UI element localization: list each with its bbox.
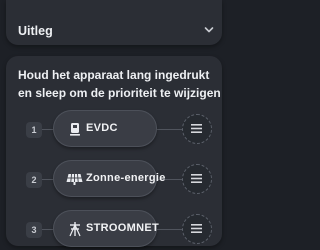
instruction-text: Houd het apparaat lang ingedrukt en slee…: [18, 68, 221, 100]
priority-card: Houd het apparaat lang ingedrukt en slee…: [6, 56, 222, 247]
priority-number: 1: [26, 122, 42, 138]
priority-item-solar[interactable]: Zonne-energie: [53, 160, 165, 197]
priority-number: 3: [26, 222, 42, 238]
priority-number: 2: [26, 172, 42, 188]
priority-item-grid[interactable]: STROOMNET: [53, 210, 159, 247]
priority-item-label: STROOMNET: [86, 222, 159, 234]
drag-handle-icon: [191, 124, 202, 133]
drag-handle-icon: [191, 224, 202, 233]
priority-row: 3 STROOMNET: [6, 210, 222, 250]
priority-item-evdc[interactable]: EVDC: [53, 110, 157, 147]
drag-handle[interactable]: [182, 164, 212, 194]
chevron-down-icon[interactable]: [204, 26, 214, 34]
drag-handle-icon: [191, 174, 202, 183]
priority-item-label: EVDC: [86, 122, 118, 134]
priority-item-label: Zonne-energie: [86, 172, 166, 184]
solar-panel-icon: [66, 173, 83, 185]
explanation-accordion[interactable]: Uitleg: [6, 0, 222, 45]
power-grid-icon: [69, 222, 81, 237]
priority-row: 1 EVDC: [6, 110, 222, 150]
ev-charger-icon: [70, 123, 80, 136]
drag-handle[interactable]: [182, 114, 212, 144]
priority-row: 2 Zonne-energie: [6, 160, 222, 200]
accordion-title: Uitleg: [18, 24, 53, 38]
